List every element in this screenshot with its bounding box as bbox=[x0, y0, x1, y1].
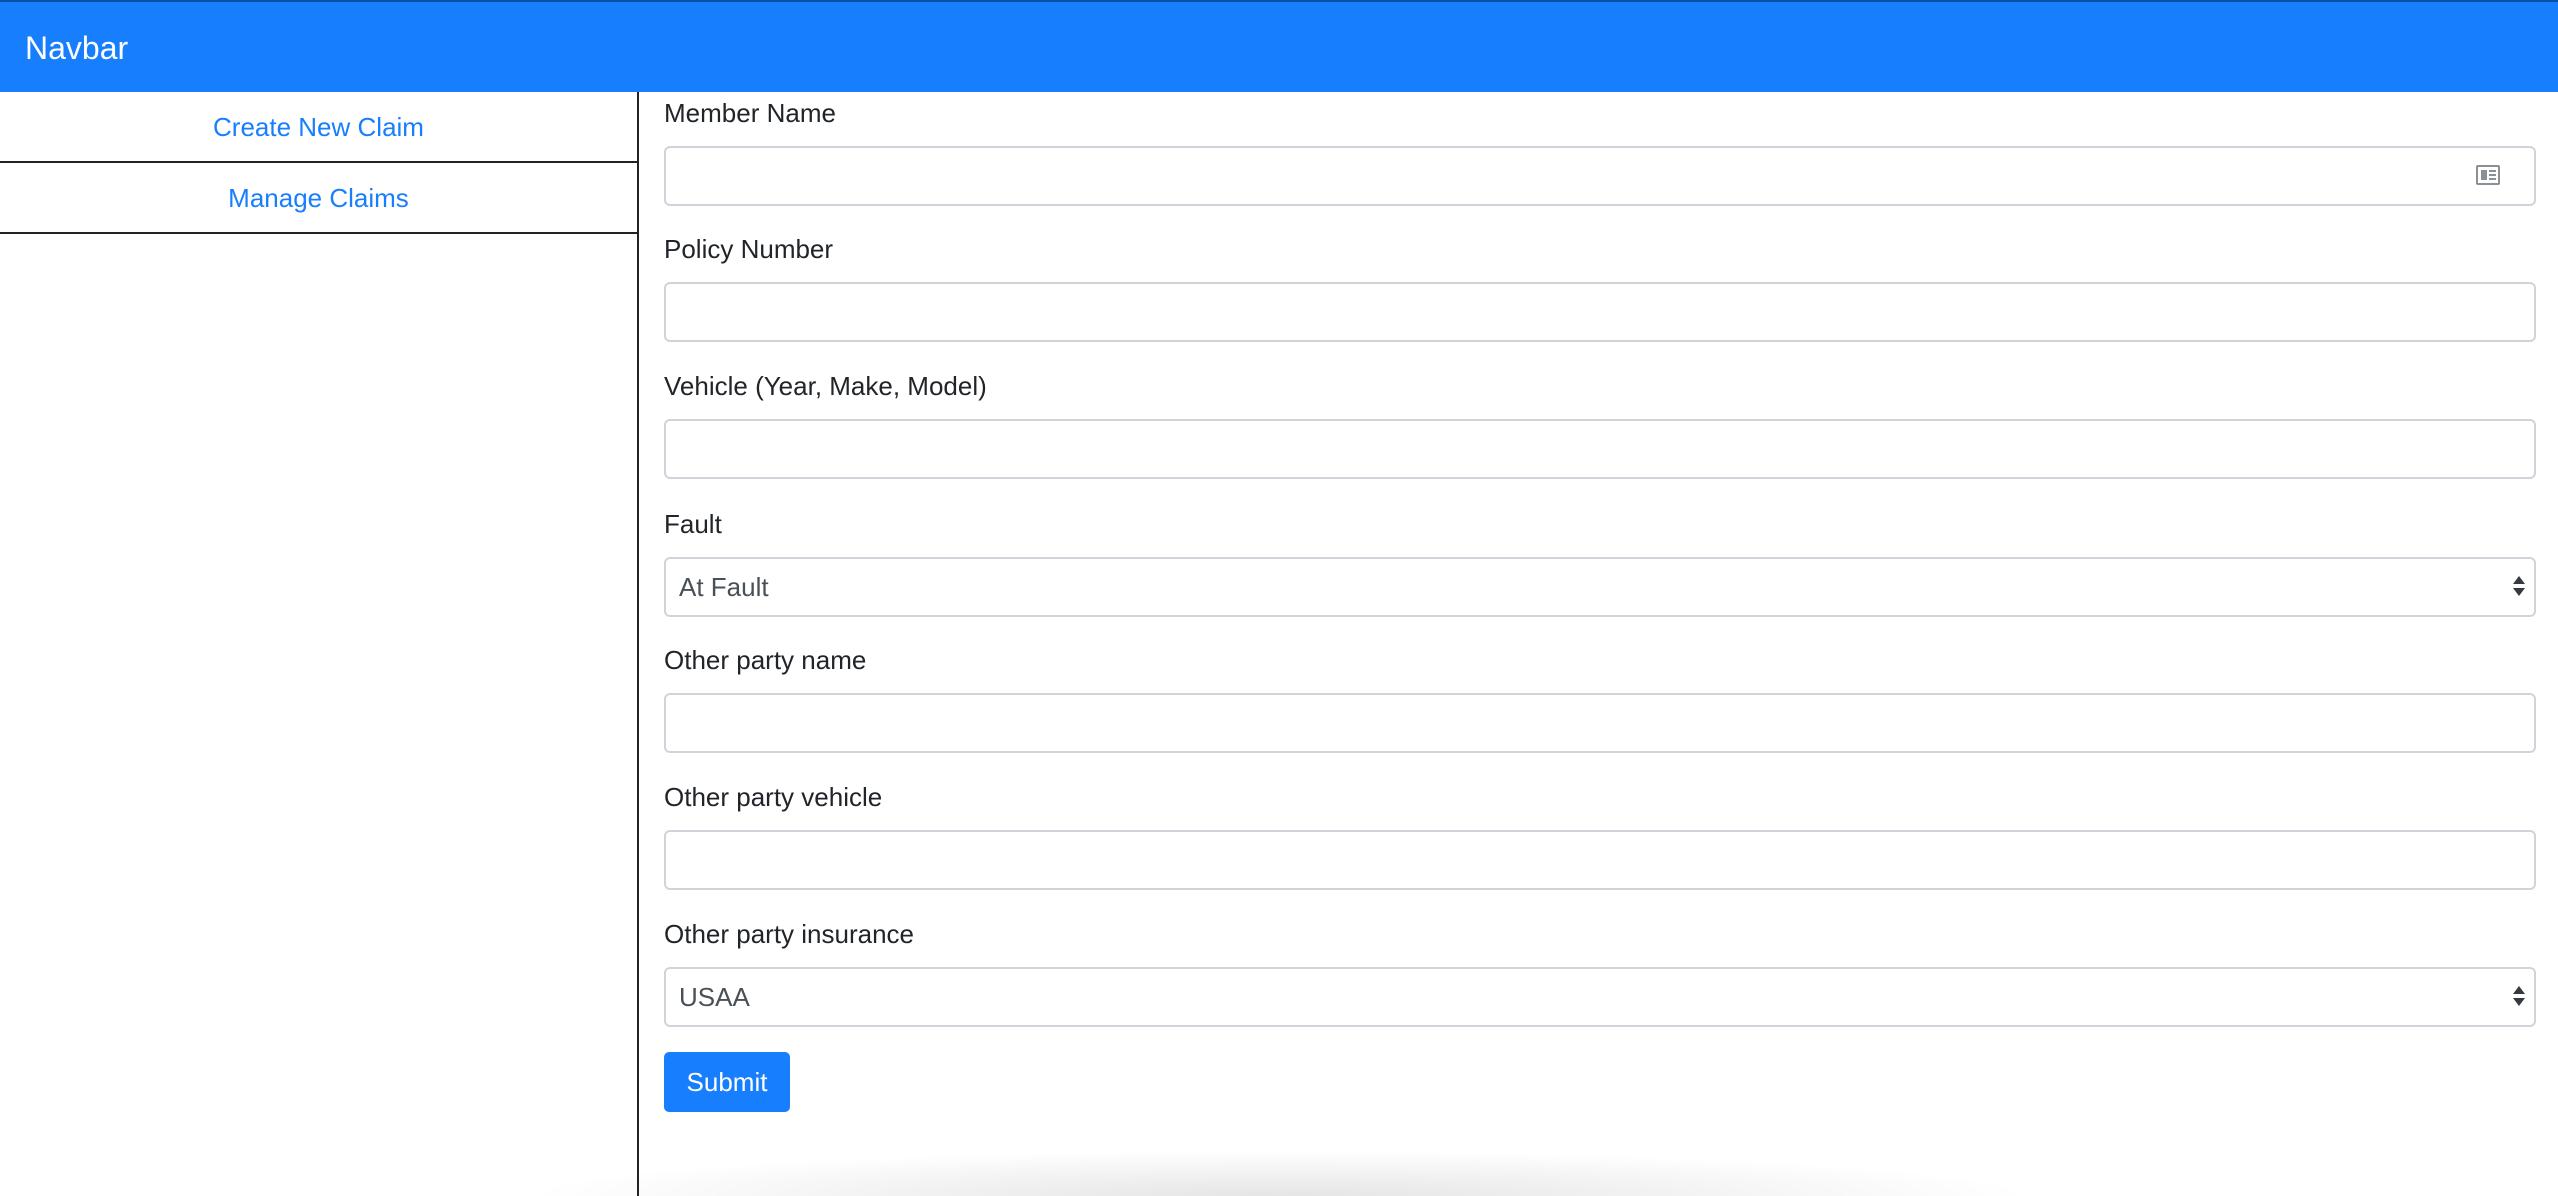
vehicle-input[interactable] bbox=[664, 419, 2536, 479]
other-party-vehicle-label: Other party vehicle bbox=[664, 782, 883, 812]
other-party-vehicle-input[interactable] bbox=[664, 830, 2536, 890]
other-party-insurance-select[interactable]: USAA bbox=[664, 967, 2536, 1027]
navbar-brand[interactable]: Navbar bbox=[25, 28, 128, 68]
select-arrows-icon bbox=[2512, 573, 2526, 601]
sidebar: Create New Claim Manage Claims bbox=[0, 92, 639, 1196]
other-party-insurance-label: Other party insurance bbox=[664, 919, 915, 949]
window-shadow bbox=[520, 1150, 2040, 1196]
contact-card-icon[interactable] bbox=[2476, 165, 2500, 185]
select-arrows-icon bbox=[2512, 983, 2526, 1011]
fault-selected-value: At Fault bbox=[679, 572, 769, 602]
fault-label: Fault bbox=[664, 509, 722, 539]
page: Navbar Create New Claim Manage Claims Me… bbox=[0, 0, 2558, 1196]
policy-number-label: Policy Number bbox=[664, 234, 834, 264]
member-name-label: Member Name bbox=[664, 98, 836, 128]
policy-number-input[interactable] bbox=[664, 282, 2536, 342]
sidebar-item-create-new-claim[interactable]: Create New Claim bbox=[0, 92, 637, 163]
other-party-name-input[interactable] bbox=[664, 693, 2536, 753]
other-party-insurance-selected-value: USAA bbox=[679, 982, 750, 1012]
vehicle-label: Vehicle (Year, Make, Model) bbox=[664, 371, 987, 401]
other-party-name-label: Other party name bbox=[664, 645, 867, 675]
navbar: Navbar bbox=[0, 0, 2558, 92]
sidebar-item-manage-claims[interactable]: Manage Claims bbox=[0, 163, 637, 234]
fault-select[interactable]: At Fault bbox=[664, 557, 2536, 617]
submit-button[interactable]: Submit bbox=[664, 1052, 790, 1112]
member-name-input[interactable] bbox=[664, 146, 2536, 206]
